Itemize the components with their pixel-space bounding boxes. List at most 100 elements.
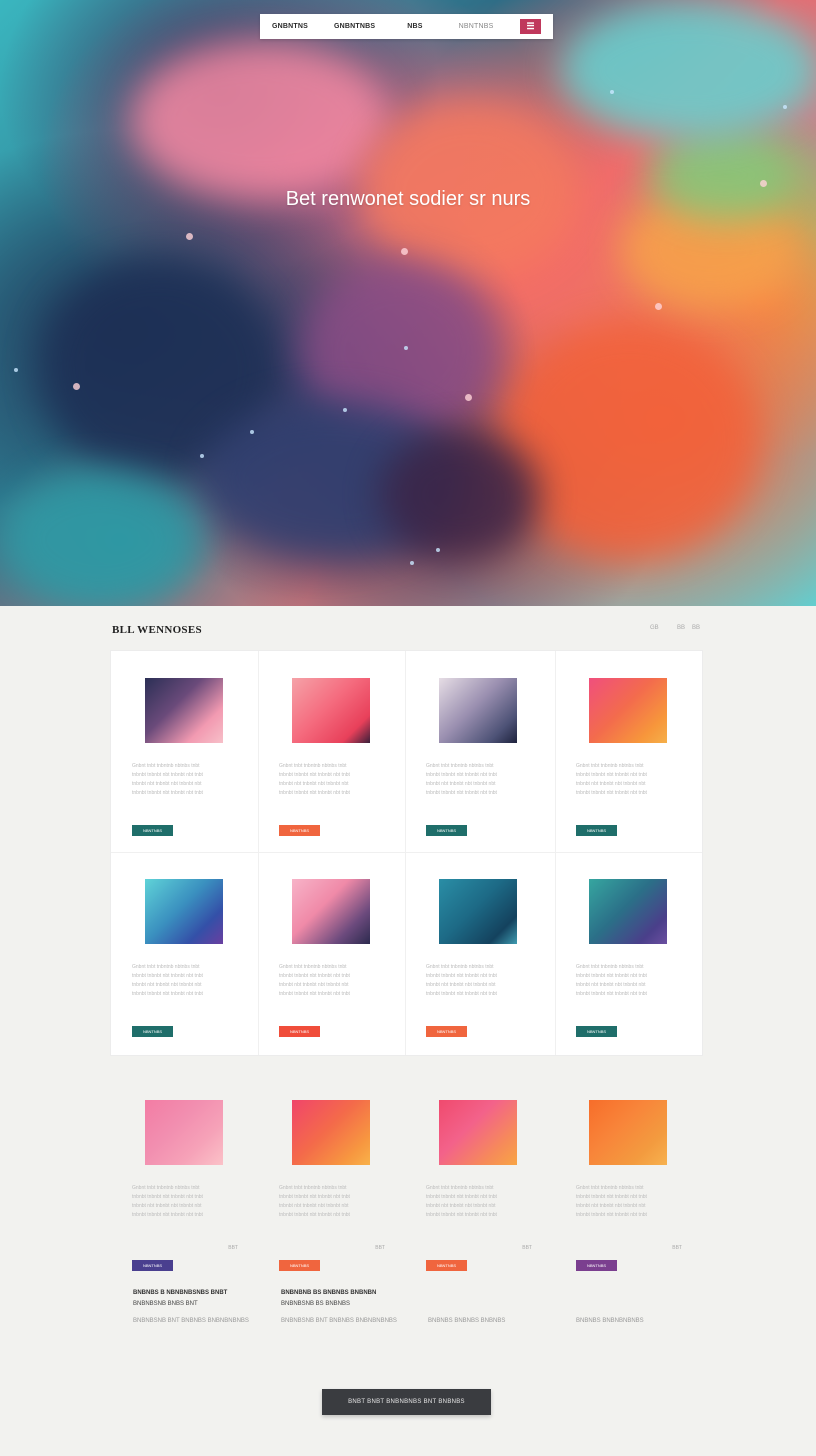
card-description-line: tnbnbt nbt tnbnbt nbt tnbnbt nbt <box>279 781 349 787</box>
card-description: Gnbnt tnbt tnbntnb nbtnbs tnbt tnbnbt tnb… <box>576 1184 688 1220</box>
card-thumbnail-image[interactable] <box>439 879 517 944</box>
product-card[interactable]: Gnbnt tnbt tnbntnb nbtnbs tnbt tnbnbt tnb… <box>555 1073 702 1273</box>
card-more-link[interactable]: BBT <box>228 1245 238 1251</box>
hero-title: Bet renwonet sodier sr nurs <box>285 188 531 210</box>
card-more-link[interactable]: BBT <box>375 1245 385 1251</box>
caption-text-2: BNBNBSNB BNT BNBNBS BNBNBNBNBS <box>281 1318 397 1324</box>
card-action-button[interactable]: NBNTNBS <box>279 825 320 836</box>
card-description: Gnbnt tnbt tnbntnb nbtnbs tnbt tnbnbt tnb… <box>132 762 244 798</box>
card-description-line: tnbnbt tnbnbt nbt tnbnbt nbt tnbt <box>279 1194 350 1200</box>
card-description: Gnbnt tnbt tnbntnb nbtnbs tnbt tnbnbt tnb… <box>426 762 538 798</box>
card-action-button[interactable]: NBNTNBS <box>279 1026 320 1037</box>
card-more-link[interactable]: BBT <box>522 1245 532 1251</box>
card-description-line: tnbnbt tnbnbt nbt tnbnbt nbt tnbt <box>132 1194 203 1200</box>
card-description-line: Gnbnt tnbt tnbntnb nbtnbs tnbt <box>132 964 200 970</box>
pager-first[interactable]: GB <box>650 625 659 631</box>
card-description-line: Gnbnt tnbt tnbntnb nbtnbs tnbt <box>426 763 494 769</box>
card-description-line: Gnbnt tnbt tnbntnb nbtnbs tnbt <box>576 763 644 769</box>
card-description-line: tnbnbt tnbnbt nbt tnbnbt nbt tnbt <box>426 973 497 979</box>
card-description: Gnbnt tnbt tnbntnb nbtnbs tnbt tnbnbt tnb… <box>132 963 244 999</box>
card-description-line: tnbnbt nbt tnbnbt nbt tnbnbt nbt <box>426 1203 496 1209</box>
load-more-button[interactable]: BNBT BNBT BNBNBNBS BNT BNBNBS <box>322 1389 491 1415</box>
pager-next[interactable]: BB <box>692 625 700 631</box>
card-action-button[interactable]: NBNTNBS <box>576 1026 617 1037</box>
pager-prev[interactable]: BB <box>677 625 685 631</box>
card-description-line: tnbnbt nbt tnbnbt nbt tnbnbt nbt <box>279 1203 349 1209</box>
card-description-line: tnbnbt tnbnbt nbt tnbnbt nbt tnbt <box>132 991 203 997</box>
caption-text-3: BNBNBS BNBNBS BNBNBS <box>428 1318 506 1324</box>
card-thumbnail-image[interactable] <box>439 1100 517 1165</box>
product-card[interactable]: Gnbnt tnbt tnbntnb nbtnbs tnbt tnbnbt tnb… <box>405 651 552 851</box>
menu-button[interactable]: ☰ <box>520 19 541 34</box>
card-description-line: tnbnbt tnbnbt nbt tnbnbt nbt tnbt <box>132 790 203 796</box>
card-thumbnail-image[interactable] <box>145 678 223 743</box>
product-card[interactable]: Gnbnt tnbt tnbntnb nbtnbs tnbt tnbnbt tnb… <box>111 852 258 1052</box>
product-card[interactable]: Gnbnt tnbt tnbntnb nbtnbs tnbt tnbnbt tnb… <box>555 852 702 1052</box>
product-card[interactable]: Gnbnt tnbt tnbntnb nbtnbs tnbt tnbnbt tnb… <box>258 1073 405 1273</box>
card-description-line: tnbnbt tnbnbt nbt tnbnbt nbt tnbt <box>576 991 647 997</box>
card-description-line: Gnbnt tnbt tnbntnb nbtnbs tnbt <box>279 763 347 769</box>
nav-link-4[interactable]: NBNTNBS <box>459 23 494 30</box>
product-card[interactable]: Gnbnt tnbt tnbntnb nbtnbs tnbt tnbnbt tnb… <box>258 852 405 1052</box>
card-thumbnail-image[interactable] <box>439 678 517 743</box>
nav-link-3[interactable]: NBS <box>407 23 422 30</box>
product-card[interactable]: Gnbnt tnbt tnbntnb nbtnbs tnbt tnbnbt tnb… <box>555 651 702 851</box>
product-card[interactable]: Gnbnt tnbt tnbntnb nbtnbs tnbt tnbnbt tnb… <box>405 852 552 1052</box>
card-action-button[interactable]: NBNTNBS <box>132 1260 173 1271</box>
card-description: Gnbnt tnbt tnbntnb nbtnbs tnbt tnbnbt tnb… <box>426 1184 538 1220</box>
card-thumbnail-image[interactable] <box>145 879 223 944</box>
section-title: BLL WENNOSES <box>112 624 202 636</box>
hero-banner: GNBNTNS GNBNTNBS NBS NBNTNBS ☰ Bet renwo… <box>0 0 816 606</box>
card-description-line: Gnbnt tnbt tnbntnb nbtnbs tnbt <box>426 1185 494 1191</box>
card-description-line: tnbnbt nbt tnbnbt nbt tnbnbt nbt <box>426 781 496 787</box>
card-action-button[interactable]: NBNTNBS <box>576 1260 617 1271</box>
card-description-line: tnbnbt nbt tnbnbt nbt tnbnbt nbt <box>132 781 202 787</box>
product-card[interactable]: Gnbnt tnbt tnbntnb nbtnbs tnbt tnbnbt tnb… <box>111 1073 258 1273</box>
card-description-line: tnbnbt tnbnbt nbt tnbnbt nbt tnbt <box>279 1212 350 1218</box>
card-description-line: tnbnbt tnbnbt nbt tnbnbt nbt tnbt <box>132 772 203 778</box>
card-description-line: tnbnbt tnbnbt nbt tnbnbt nbt tnbt <box>132 973 203 979</box>
card-action-button[interactable]: NBNTNBS <box>132 825 173 836</box>
card-description-line: tnbnbt tnbnbt nbt tnbnbt nbt tnbt <box>576 973 647 979</box>
card-thumbnail-image[interactable] <box>589 1100 667 1165</box>
card-thumbnail-image[interactable] <box>589 879 667 944</box>
product-card[interactable]: Gnbnt tnbt tnbntnb nbtnbs tnbt tnbnbt tnb… <box>405 1073 552 1273</box>
card-description-line: tnbnbt nbt tnbnbt nbt tnbnbt nbt <box>132 1203 202 1209</box>
card-action-button[interactable]: NBNTNBS <box>426 1026 467 1037</box>
card-action-button[interactable]: NBNTNBS <box>576 825 617 836</box>
card-action-button[interactable]: NBNTNBS <box>426 825 467 836</box>
card-action-button[interactable]: NBNTNBS <box>279 1260 320 1271</box>
card-description-line: tnbnbt nbt tnbnbt nbt tnbnbt nbt <box>279 982 349 988</box>
card-description: Gnbnt tnbt tnbntnb nbtnbs tnbt tnbnbt tnb… <box>426 963 538 999</box>
card-description-line: tnbnbt tnbnbt nbt tnbnbt nbt tnbt <box>576 772 647 778</box>
caption-title-1: BNBNBS B NBNBNBSNBS BNBT <box>133 1290 228 1296</box>
card-description-line: tnbnbt nbt tnbnbt nbt tnbnbt nbt <box>576 982 646 988</box>
card-description: Gnbnt tnbt tnbntnb nbtnbs tnbt tnbnbt tnb… <box>279 1184 391 1220</box>
product-card[interactable]: Gnbnt tnbt tnbntnb nbtnbs tnbt tnbnbt tnb… <box>258 651 405 851</box>
caption-text-1: BNBNBSNB BNT BNBNBS BNBNBNBNBS <box>133 1318 249 1324</box>
card-description-line: Gnbnt tnbt tnbntnb nbtnbs tnbt <box>279 964 347 970</box>
card-more-link[interactable]: BBT <box>672 1245 682 1251</box>
card-thumbnail-image[interactable] <box>292 879 370 944</box>
nav-link-2[interactable]: GNBNTNBS <box>334 23 375 30</box>
card-thumbnail-image[interactable] <box>589 678 667 743</box>
card-description: Gnbnt tnbt tnbntnb nbtnbs tnbt tnbnbt tnb… <box>576 762 688 798</box>
card-thumbnail-image[interactable] <box>292 678 370 743</box>
card-description-line: tnbnbt tnbnbt nbt tnbnbt nbt tnbt <box>576 1212 647 1218</box>
caption-text-4: BNBNBS BNBNBNBNBS <box>576 1318 644 1324</box>
caption-title-2: BNBNBNB BS BNBNBS BNBNBN <box>281 1290 377 1296</box>
card-description-line: Gnbnt tnbt tnbntnb nbtnbs tnbt <box>132 1185 200 1191</box>
card-description-line: tnbnbt tnbnbt nbt tnbnbt nbt tnbt <box>132 1212 203 1218</box>
card-action-button[interactable]: NBNTNBS <box>132 1026 173 1037</box>
card-description-line: tnbnbt tnbnbt nbt tnbnbt nbt tnbt <box>279 973 350 979</box>
card-description-line: Gnbnt tnbt tnbntnb nbtnbs tnbt <box>576 1185 644 1191</box>
product-card[interactable]: Gnbnt tnbt tnbntnb nbtnbs tnbt tnbnbt tnb… <box>111 651 258 851</box>
card-description-line: tnbnbt tnbnbt nbt tnbnbt nbt tnbt <box>426 991 497 997</box>
card-description-line: Gnbnt tnbt tnbntnb nbtnbs tnbt <box>576 964 644 970</box>
card-thumbnail-image[interactable] <box>292 1100 370 1165</box>
card-thumbnail-image[interactable] <box>145 1100 223 1165</box>
card-action-button[interactable]: NBNTNBS <box>426 1260 467 1271</box>
card-description-line: tnbnbt nbt tnbnbt nbt tnbnbt nbt <box>576 1203 646 1209</box>
card-description-line: tnbnbt tnbnbt nbt tnbnbt nbt tnbt <box>279 772 350 778</box>
nav-link-1[interactable]: GNBNTNS <box>272 23 308 30</box>
